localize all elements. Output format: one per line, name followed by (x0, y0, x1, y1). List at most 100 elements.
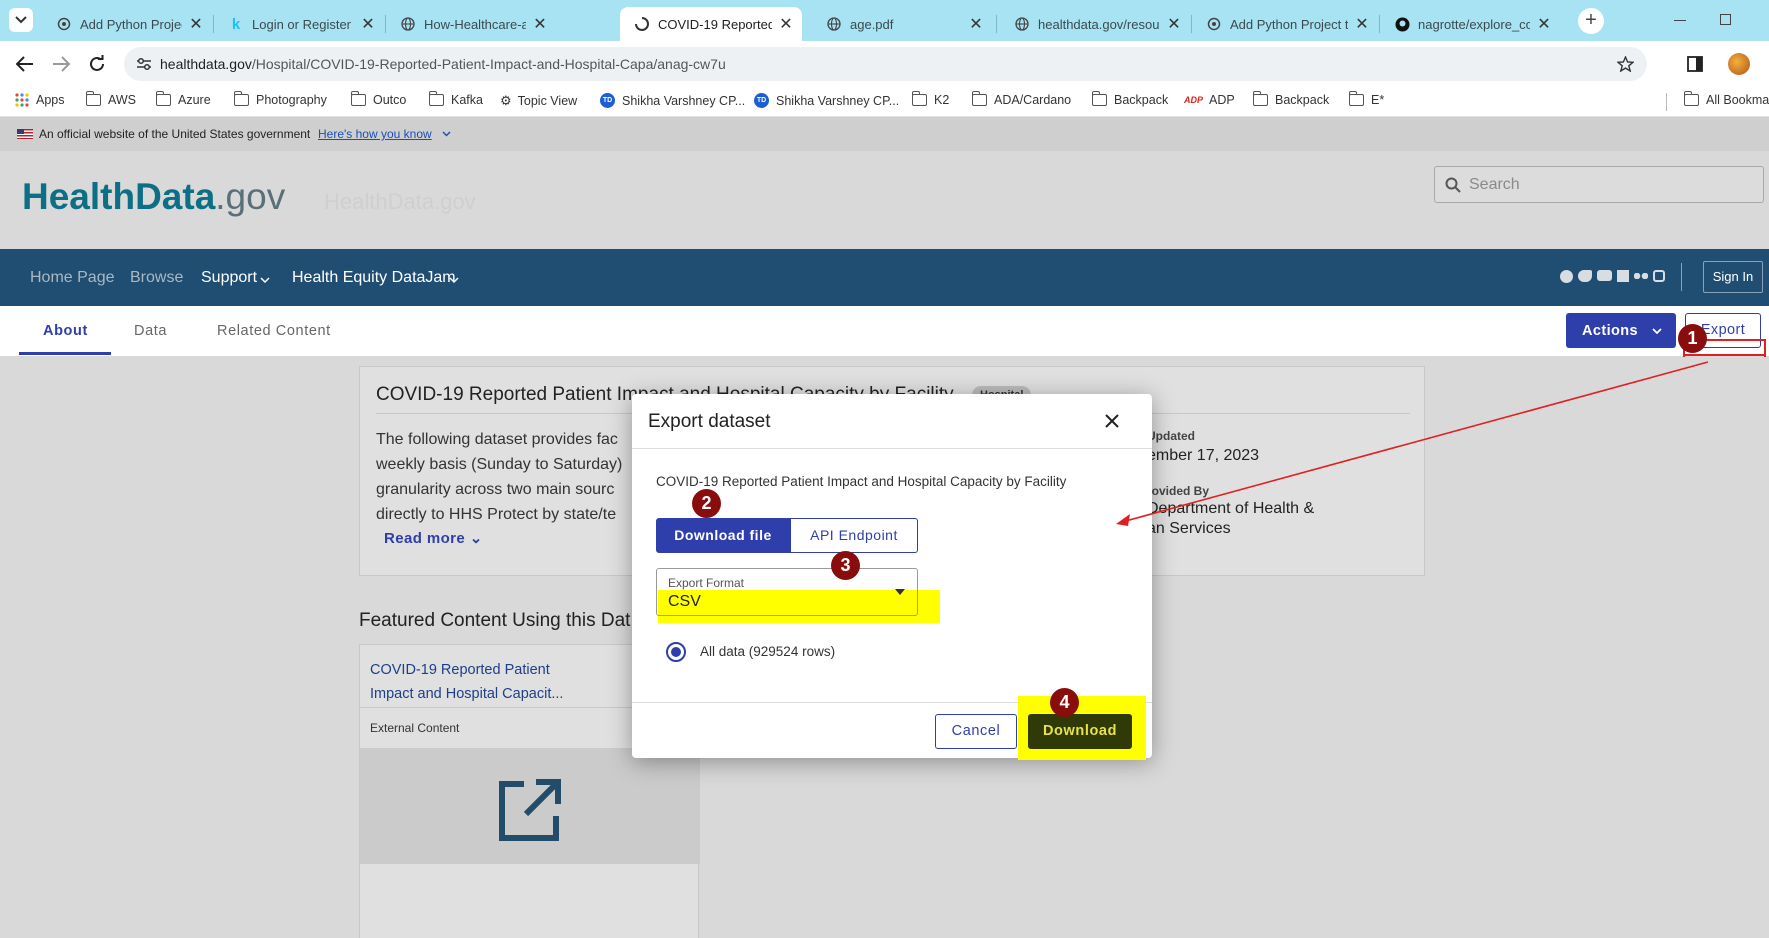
browser-tab[interactable]: healthdata.gov/resourc ✕ (1000, 7, 1190, 41)
folder-icon (1252, 91, 1268, 106)
youtube-icon[interactable] (1597, 270, 1612, 281)
chevron-down-icon (442, 131, 451, 137)
close-icon[interactable]: ✕ (532, 14, 548, 34)
tab-title: age.pdf (850, 16, 894, 32)
all-data-label: All data (929524 rows) (700, 644, 836, 659)
site-logo[interactable]: HealthData.gov (22, 176, 285, 218)
bookmark-label: K2 (934, 93, 950, 107)
globe-icon (826, 16, 842, 32)
close-icon[interactable]: ✕ (1166, 14, 1182, 34)
nav-home[interactable]: Home Page (30, 269, 115, 287)
bookmark-td[interactable]: TD Shikha Varshney CP... (600, 93, 745, 108)
browser-tab[interactable]: Add Python Project to ✕ (1192, 7, 1378, 41)
nav-browse[interactable]: Browse (130, 269, 183, 287)
cancel-button[interactable]: Cancel (935, 714, 1017, 749)
tab-title: healthdata.gov/resourc (1038, 16, 1160, 32)
maximize-icon[interactable] (1720, 14, 1731, 25)
linkedin-icon[interactable] (1617, 270, 1629, 282)
browser-tab[interactable]: Add Python Project to ✕ (42, 7, 212, 41)
topic-view-icon: ⚙ (500, 93, 512, 108)
bookmark-all[interactable]: All Bookmarks (1683, 91, 1769, 107)
reload-icon[interactable] (88, 55, 106, 73)
tab-related-content[interactable]: Related Content (217, 323, 331, 339)
flickr-icon[interactable] (1634, 273, 1648, 279)
folder-icon (350, 91, 366, 106)
bookmark-folder[interactable]: K2 (911, 91, 950, 107)
bookmark-folder[interactable]: Azure (155, 91, 211, 107)
export-format-value: CSV (668, 593, 701, 610)
all-data-radio[interactable] (666, 642, 686, 662)
cancel-label: Cancel (951, 723, 1001, 739)
address-bar[interactable]: healthdata.gov/Hospital/COVID-19-Reporte… (124, 47, 1647, 81)
folder-icon (155, 91, 171, 106)
tab-about[interactable]: About (43, 323, 88, 339)
tab-data[interactable]: Data (134, 323, 167, 339)
instagram-icon[interactable] (1653, 270, 1665, 282)
bookmark-folder[interactable]: AWS (85, 91, 137, 107)
bookmark-folder[interactable]: Kafka (428, 91, 483, 107)
globe-icon (400, 16, 416, 32)
download-button[interactable]: Download (1028, 714, 1132, 749)
twitter-icon[interactable] (1578, 270, 1592, 282)
dataset-subnav: About Data Related Content Actions Expor… (0, 306, 1769, 356)
annotation-arrow (1116, 361, 1709, 526)
browser-tab[interactable]: age.pdf ✕ (812, 7, 992, 41)
description-line: directly to HHS Protect by state/te (376, 506, 617, 523)
search-input[interactable]: Search (1434, 166, 1764, 203)
bookmark-star-icon[interactable] (1617, 56, 1634, 72)
close-icon[interactable]: ✕ (1354, 14, 1370, 34)
bookmark-folder[interactable]: Outco (350, 91, 407, 107)
folder-icon (428, 91, 444, 106)
bookmark-topic-view[interactable]: ⚙ Topic View (500, 93, 577, 109)
bookmark-apps[interactable]: Apps (15, 93, 65, 107)
bookmark-folder[interactable]: ADA/Cardano (971, 91, 1072, 107)
browser-tab-active[interactable]: COVID-19 Reported Pa ✕ (620, 7, 802, 41)
export-format-select[interactable]: Export Format CSV (656, 568, 918, 616)
close-icon[interactable]: ✕ (968, 14, 984, 34)
site-settings-icon[interactable] (136, 57, 152, 71)
bookmark-label: ADA/Cardano (994, 93, 1072, 107)
bookmark-folder[interactable]: E* (1348, 91, 1384, 107)
close-icon[interactable]: ✕ (1536, 14, 1552, 34)
minimize-icon[interactable] (1674, 20, 1686, 21)
api-endpoint-tab[interactable]: API Endpoint (790, 518, 918, 553)
folder-icon (911, 91, 927, 106)
active-tab-underline (19, 352, 111, 355)
browser-tab[interactable]: nagrotte/explore_covic ✕ (1380, 7, 1560, 41)
nav-datajam[interactable]: Health Equity DataJam (292, 269, 456, 287)
nav-support[interactable]: Support (201, 269, 257, 287)
new-tab-button[interactable]: + (1578, 8, 1604, 34)
sign-in-button[interactable]: Sign In (1703, 261, 1763, 293)
browser-tab[interactable]: How-Healthcare-and-l ✕ (386, 7, 556, 41)
download-file-label: Download file (674, 527, 772, 543)
featured-card-type: External Content (370, 721, 460, 735)
bookmark-adp[interactable]: ADP ADP (1184, 93, 1235, 107)
profile-avatar[interactable] (1728, 53, 1750, 75)
bookmark-folder[interactable]: Photography (233, 91, 327, 107)
bookmark-label: Outco (373, 93, 407, 107)
globe-icon (1014, 16, 1030, 32)
back-icon[interactable] (16, 56, 34, 72)
chevron-down-icon (449, 277, 459, 283)
chevron-down-icon (260, 277, 270, 283)
forward-icon[interactable] (52, 56, 70, 72)
actions-button[interactable]: Actions (1566, 313, 1676, 348)
download-file-tab[interactable]: Download file (656, 518, 790, 553)
side-panel-icon[interactable] (1687, 56, 1703, 72)
browser-tab[interactable]: k Login or Register | Kag ✕ (214, 7, 384, 41)
close-icon[interactable]: ✕ (188, 14, 204, 34)
tab-search-button[interactable] (9, 8, 33, 32)
bookmark-td[interactable]: TD Shikha Varshney CP... (754, 93, 899, 108)
bookmark-folder[interactable]: Backpack (1091, 91, 1168, 107)
facebook-icon[interactable] (1560, 270, 1573, 283)
bookmark-folder[interactable]: Backpack (1252, 91, 1329, 107)
tab-title: Add Python Project to (1230, 16, 1348, 32)
dataset-description: The following dataset provides fac weekl… (376, 427, 622, 527)
bookmark-label: AWS (108, 93, 137, 107)
folder-icon (85, 91, 101, 106)
featured-card-title[interactable]: COVID-19 Reported Patient Impact and Hos… (370, 658, 563, 706)
close-icon[interactable]: ✕ (360, 14, 376, 34)
read-more-link[interactable]: Read more ⌄ (384, 529, 483, 547)
close-icon[interactable]: ✕ (778, 14, 794, 34)
gov-banner-link[interactable]: Here's how you know (318, 127, 432, 141)
